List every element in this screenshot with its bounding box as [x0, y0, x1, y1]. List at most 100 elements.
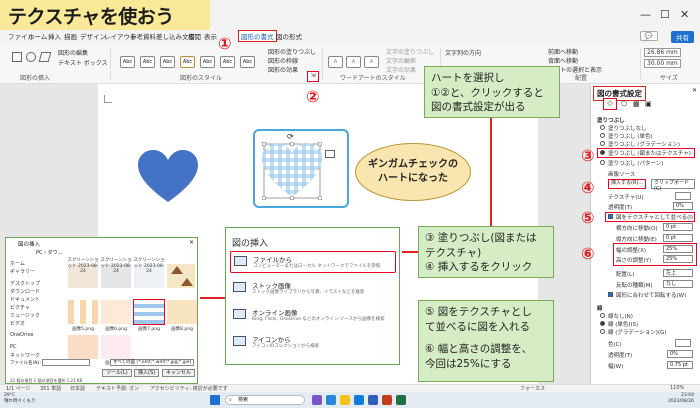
- parallelogram-shape-icon[interactable]: [38, 52, 52, 62]
- explorer-cancel-button[interactable]: キャンセル: [162, 369, 196, 377]
- tools-button[interactable]: ツール(L): [102, 369, 132, 377]
- insert-picture-button[interactable]: 挿入する(R)...: [608, 179, 646, 189]
- line-transparency-input[interactable]: 0%: [667, 350, 693, 358]
- size-tab-icon[interactable]: ▦: [633, 100, 640, 108]
- weather-widget[interactable]: 29°C 晴れ時々くもり: [4, 393, 36, 405]
- wordart-style-1[interactable]: A: [328, 56, 343, 68]
- offset-y-input[interactable]: 0 pt: [663, 234, 693, 242]
- sidebar-item-pc[interactable]: PC: [10, 344, 17, 350]
- send-backward-button[interactable]: 背面へ移動: [548, 56, 578, 65]
- tab-review[interactable]: 校閲: [188, 31, 201, 41]
- line-gradient-radio[interactable]: [600, 329, 605, 334]
- pane-close-icon[interactable]: ✕: [692, 87, 697, 94]
- thumb-image-6[interactable]: [101, 300, 131, 324]
- sidebar-item-documents[interactable]: ドキュメント: [10, 296, 40, 303]
- thumb-image-8[interactable]: [167, 300, 197, 324]
- line-width-input[interactable]: 0.75 pt: [667, 361, 693, 369]
- fill-line-tab-icon[interactable]: ◇: [603, 98, 617, 110]
- explorer-breadcrumb[interactable]: PC › ダウ...: [36, 249, 62, 256]
- sidebar-item-desktop[interactable]: デスクトップ: [10, 280, 40, 287]
- fill-picture-radio[interactable]: [600, 150, 605, 155]
- edge-icon[interactable]: [354, 395, 364, 405]
- insert-online-images-item[interactable]: オンライン画像 Bing, Flickr, OneDrive などのオンライン …: [230, 305, 396, 327]
- offset-x-input[interactable]: 0 pt: [663, 223, 693, 231]
- bring-forward-button[interactable]: 前面へ移動: [548, 47, 578, 56]
- shape-style-3[interactable]: Abc: [160, 56, 175, 68]
- edit-shape-button[interactable]: 図形の編集: [58, 48, 88, 57]
- blue-heart-shape[interactable]: [138, 150, 198, 205]
- sidebar-item-downloads[interactable]: ダウンロード: [10, 288, 40, 295]
- sidebar-item-pictures[interactable]: ピクチャ: [10, 304, 30, 311]
- clipboard-button[interactable]: クリップボード(C): [651, 179, 695, 192]
- layout-options-icon[interactable]: [325, 150, 335, 158]
- line-color-picker[interactable]: [675, 339, 691, 347]
- insert-from-file-item[interactable]: ファイルから コンピューターまたはローカル ネットワークでファイルを参照: [230, 251, 396, 273]
- thumb-image-9[interactable]: [68, 335, 98, 359]
- line-solid-radio[interactable]: [600, 321, 605, 326]
- fill-pattern-radio[interactable]: [600, 160, 605, 165]
- comment-button[interactable]: 💬: [639, 31, 658, 41]
- shape-style-2[interactable]: Abc: [140, 56, 155, 68]
- shape-style-5[interactable]: Abc: [200, 56, 215, 68]
- status-focus[interactable]: フォーカス: [520, 385, 545, 392]
- tile-texture-checkbox[interactable]: [608, 214, 613, 219]
- scale-y-input[interactable]: 25%: [663, 255, 693, 263]
- tab-shape-format[interactable]: 図形の書式: [238, 30, 277, 42]
- tab-references[interactable]: 参考資料: [130, 31, 156, 41]
- folder-icon[interactable]: [340, 395, 350, 405]
- explorer-close-icon[interactable]: ✕: [189, 239, 194, 246]
- sidebar-item-videos[interactable]: ビデオ: [10, 320, 25, 327]
- filename-input[interactable]: [42, 359, 90, 366]
- text-outline-button[interactable]: 文字の輪郭: [386, 56, 416, 65]
- close-icon[interactable]: ✕: [680, 8, 689, 21]
- share-button[interactable]: 共有: [671, 31, 694, 43]
- sidebar-item-music[interactable]: ミュージック: [10, 312, 40, 319]
- tab-insert[interactable]: 挿入: [48, 31, 61, 41]
- wordart-style-3[interactable]: A: [364, 56, 379, 68]
- tab-picture-format[interactable]: 図の形式: [276, 31, 302, 41]
- shape-style-7[interactable]: Abc: [240, 56, 255, 68]
- shape-effects-button[interactable]: 図形の効果: [268, 65, 298, 74]
- shape-style-6[interactable]: Abc: [220, 56, 235, 68]
- effects-tab-icon[interactable]: ⬠: [621, 100, 627, 108]
- fill-gradient-radio[interactable]: [600, 141, 605, 146]
- shape-outline-button[interactable]: 図形の枠線: [268, 56, 298, 65]
- line-section-header[interactable]: 線: [597, 304, 603, 312]
- taskbar-app-icon[interactable]: [382, 395, 392, 405]
- oval-shape-icon[interactable]: [26, 52, 36, 62]
- mirror-select[interactable]: なし: [663, 280, 693, 288]
- tab-view[interactable]: 表示: [204, 31, 217, 41]
- rotate-with-shape-checkbox[interactable]: [608, 292, 613, 297]
- shape-style-4[interactable]: Abc: [180, 56, 195, 68]
- fill-none-radio[interactable]: [600, 125, 605, 130]
- taskbar-clock[interactable]: 23:04 2023/08/26: [668, 393, 694, 405]
- shape-style-1[interactable]: Abc: [120, 56, 135, 68]
- sidebar-item-network[interactable]: ネットワーク: [10, 352, 40, 359]
- scale-x-input[interactable]: 25%: [663, 245, 693, 253]
- fill-section-header[interactable]: 塗りつぶし: [597, 116, 625, 124]
- sidebar-item-gallery[interactable]: ギャラリー: [10, 268, 35, 275]
- wordart-style-2[interactable]: A: [346, 56, 361, 68]
- text-box-button[interactable]: テキスト ボックス: [58, 58, 108, 67]
- line-none-radio[interactable]: [600, 313, 605, 318]
- taskbar-app-icon[interactable]: [312, 395, 322, 405]
- insert-stock-images-item[interactable]: ストック画像 ストック画像ライブラリから写真、イラストなどを検索: [230, 278, 396, 300]
- rectangle-shape-icon[interactable]: [12, 52, 22, 62]
- tab-draw[interactable]: 描画: [64, 31, 77, 41]
- thumb-gingham-image[interactable]: [133, 299, 165, 325]
- tab-home[interactable]: ホーム: [28, 31, 47, 41]
- rotate-handle-icon[interactable]: ⟳: [287, 132, 294, 141]
- width-input[interactable]: 30.00 mm: [644, 59, 681, 68]
- tab-design[interactable]: デザイン: [80, 31, 106, 41]
- gingham-heart-shape[interactable]: [262, 142, 322, 200]
- taskbar-app-icon[interactable]: [396, 395, 406, 405]
- taskbar-app-icon[interactable]: [326, 395, 336, 405]
- insert-icons-item[interactable]: アイコンから アイコンのコレクションから検索: [230, 332, 396, 354]
- filetype-select[interactable]: すべての図 (*.emf;*.wmf;*.jpg;*.jpe): [110, 359, 194, 366]
- transparency-input[interactable]: 0%: [673, 202, 693, 210]
- shape-fill-button[interactable]: 図形の塗りつぶし: [268, 47, 316, 56]
- thumb-image-5[interactable]: [68, 300, 98, 324]
- word-icon[interactable]: [368, 395, 378, 405]
- explorer-insert-button[interactable]: 挿入(S): [134, 369, 160, 377]
- fill-solid-radio[interactable]: [600, 133, 605, 138]
